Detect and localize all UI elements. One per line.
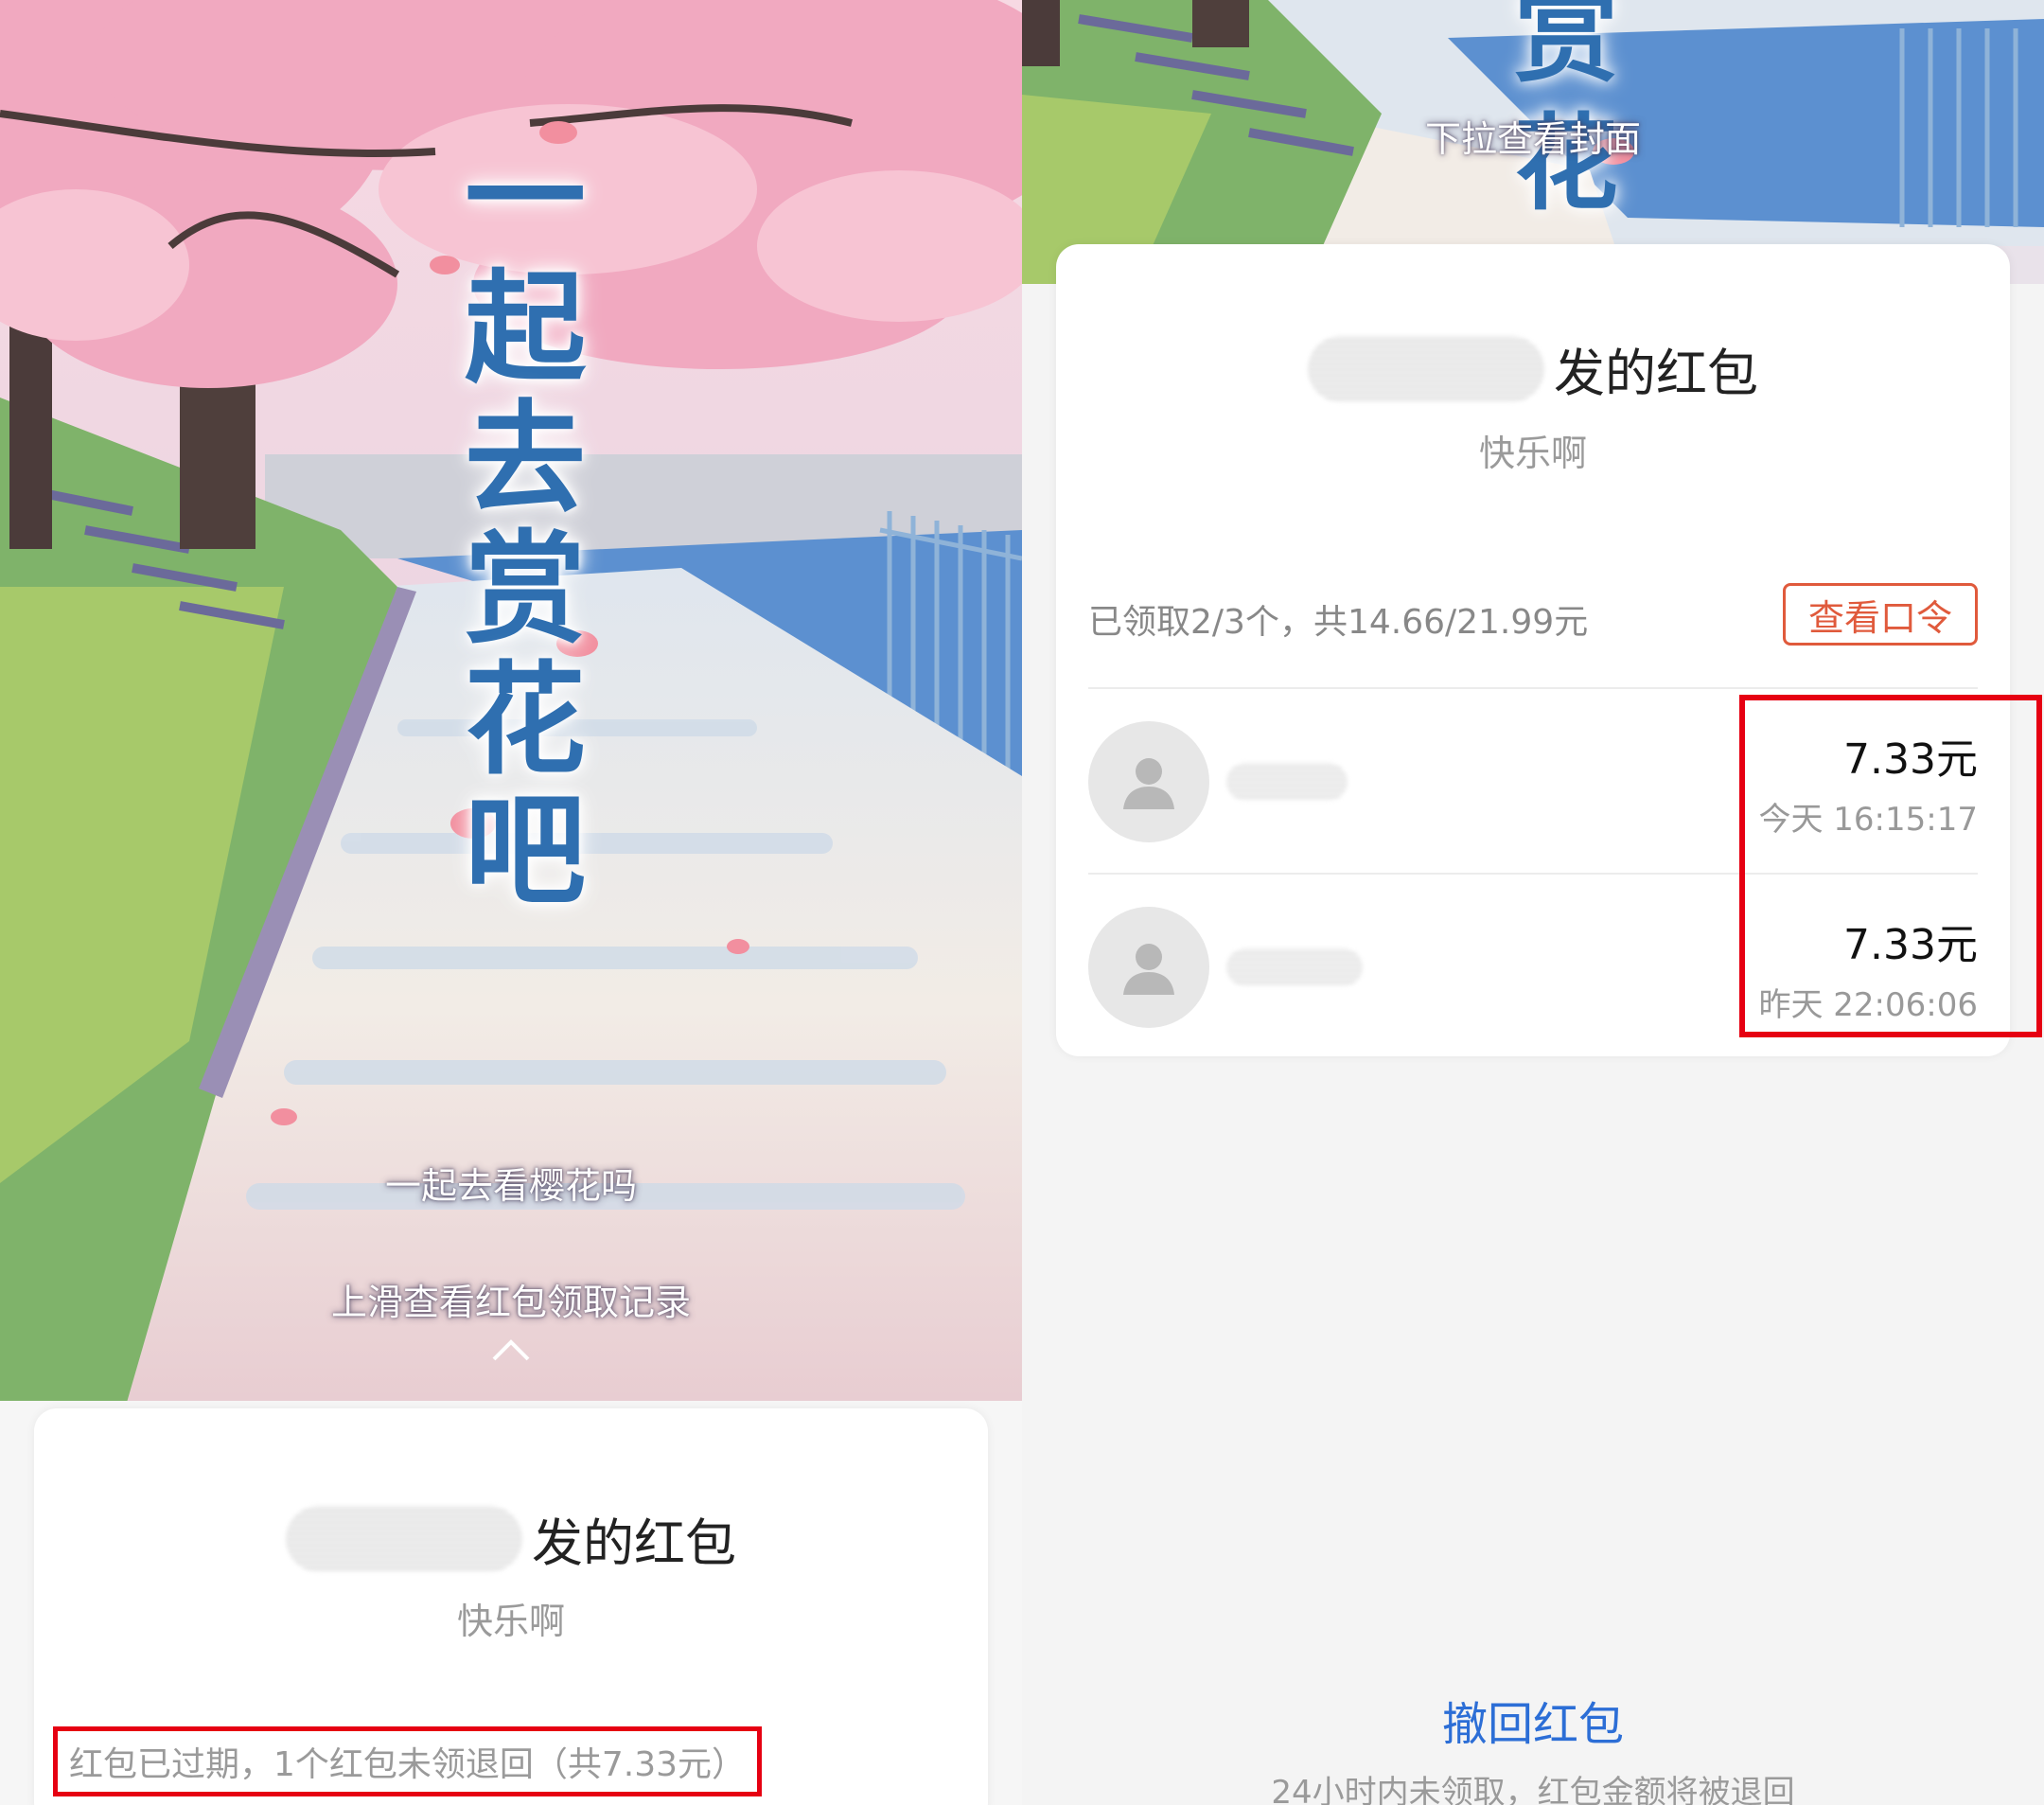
red-packet-cover-image: 一起去赏花吧 一起去看樱花吗 上滑查看红包领取记录 (0, 0, 1022, 1448)
sender-name-redacted (1308, 335, 1544, 402)
red-packet-card: 发的红包 快乐啊 红包已过期，1个红包未领退回（共7.33元） (34, 1408, 988, 1805)
sender-suffix: 发的红包 (1554, 344, 1758, 403)
right-screen: 赏花 下拉查看封面 发的红包 快乐啊 已领取2/3个，共14.66/21.99元… (1022, 0, 2044, 1805)
swipe-up-hint[interactable]: 上滑查看红包领取记录 (0, 1273, 1022, 1325)
greeting-message: 快乐啊 (456, 1601, 565, 1642)
claimer-name-redacted (1226, 763, 1348, 801)
expired-status: 红包已过期，1个红包未领退回（共7.33元） (53, 1726, 763, 1796)
sender-suffix: 发的红包 (532, 1513, 736, 1573)
claim-summary: 已领取2/3个，共14.66/21.99元 (1088, 603, 1589, 642)
view-password-button[interactable]: 查看口令 (1783, 583, 1978, 646)
cover-title: 一起去赏花吧 (464, 127, 586, 922)
withdraw-red-packet-button[interactable]: 撤回红包 (1022, 1687, 2044, 1753)
red-packet-cover-image[interactable]: 赏花 下拉查看封面 (1022, 0, 2044, 284)
left-screen: 一起去赏花吧 一起去看樱花吗 上滑查看红包领取记录 发的红包 快乐啊 红包已过期… (0, 0, 1022, 1805)
default-avatar-icon (1123, 758, 1174, 809)
default-avatar-icon (1123, 944, 1174, 995)
sender-name-redacted (286, 1505, 522, 1572)
cover-caption: 一起去看樱花吗 (384, 1165, 637, 1207)
pull-down-hint: 下拉查看封面 (1424, 118, 1641, 160)
claimer-name-redacted (1226, 948, 1363, 986)
sender-row: 发的红包 (1056, 331, 2010, 406)
avatar (1088, 721, 1209, 842)
greeting-message: 快乐啊 (1478, 433, 1587, 474)
refund-notice: 24小时内未领取，红包金额将被退回 (1271, 1774, 1795, 1805)
highlight-annotation (1739, 695, 2042, 1037)
sender-row: 发的红包 (34, 1501, 988, 1576)
chevron-up-icon[interactable] (490, 1336, 532, 1363)
avatar (1088, 907, 1209, 1028)
red-packet-detail-card: 发的红包 快乐啊 已领取2/3个，共14.66/21.99元 查看口令 7.33… (1056, 244, 2042, 1056)
